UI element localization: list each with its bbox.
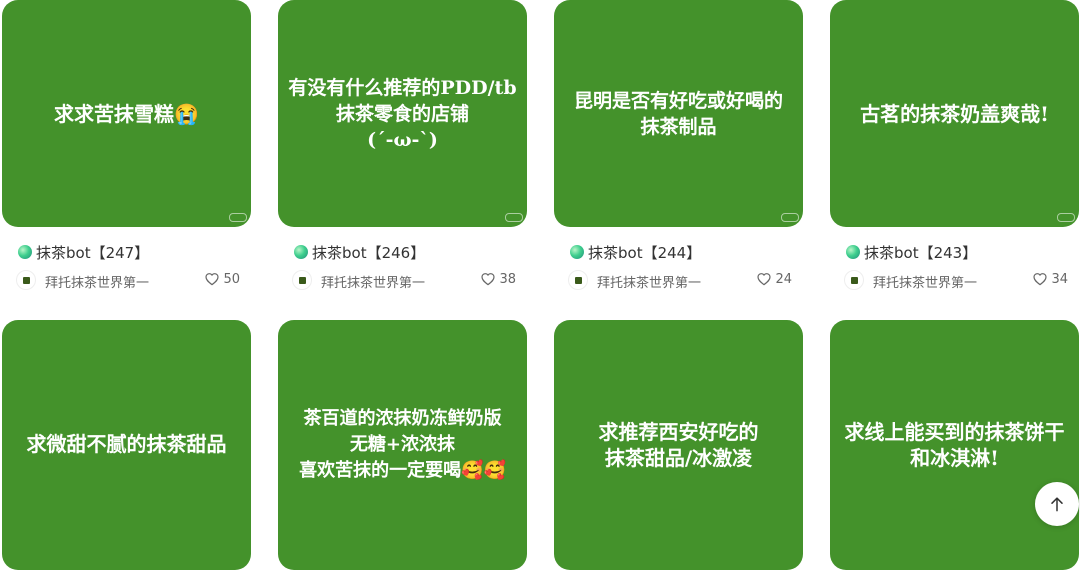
heart-icon [757,273,772,286]
scroll-to-top-button[interactable] [1035,482,1079,526]
author-name[interactable]: 拜托抹茶世界第一 [597,272,701,291]
arrow-up-icon [1051,497,1063,512]
note-cover[interactable]: 求求苦抹雪糕😭 [2,0,251,227]
cover-text: 求求苦抹雪糕😭 [54,101,199,126]
cover-text: 古茗的抹茶奶盖爽哉! [860,101,1049,126]
note-cover[interactable]: 茶百道的浓抹奶冻鲜奶版 无糖+浓浓抹 喜欢苦抹的一定要喝🥰🥰 [278,320,527,570]
cover-text: 有没有什么推荐的PDD/tb 抹茶零食的店铺 (´-ω-`) [288,76,517,151]
author-avatar[interactable] [292,270,312,290]
heart-icon [481,273,496,286]
cover-watermark-icon [781,213,799,222]
author-avatar[interactable] [16,270,36,290]
note-title-text: 抹茶bot【246】 [312,243,426,262]
cover-watermark-icon [1057,213,1075,222]
note-meta: 拜托抹茶世界第一 34 [844,270,1068,292]
note-title-text: 抹茶bot【243】 [864,243,978,262]
note-title[interactable]: 抹茶bot【247】 [18,242,149,262]
note-meta: 拜托抹茶世界第一 24 [568,270,792,292]
cover-watermark-icon [505,213,523,222]
like-count: 24 [775,271,792,287]
note-meta: 拜托抹茶世界第一 38 [292,270,516,292]
green-orb-icon [846,245,860,259]
heart-icon [1033,273,1048,286]
note-cover[interactable]: 昆明是否有好吃或好喝的 抹茶制品 [554,0,803,227]
note-cover[interactable]: 有没有什么推荐的PDD/tb 抹茶零食的店铺 (´-ω-`) [278,0,527,227]
like-count: 50 [223,271,240,287]
note-cover[interactable]: 求推荐西安好吃的 抹茶甜品/冰激凌 [554,320,803,570]
like-count: 38 [499,271,516,287]
author-name[interactable]: 拜托抹茶世界第一 [873,272,977,291]
note-meta: 拜托抹茶世界第一 50 [16,270,240,292]
cover-text: 求微甜不腻的抹茶甜品 [26,432,227,456]
author-avatar[interactable] [568,270,588,290]
green-orb-icon [294,245,308,259]
cover-text: 求线上能买到的抹茶饼干 和冰淇淋! [844,420,1065,470]
note-cover[interactable]: 求微甜不腻的抹茶甜品 [2,320,251,570]
note-title[interactable]: 抹茶bot【244】 [570,242,701,262]
like-button[interactable]: 38 [480,271,516,287]
note-title[interactable]: 抹茶bot【246】 [294,242,425,262]
like-button[interactable]: 34 [1032,271,1068,287]
author-avatar[interactable] [844,270,864,290]
cover-text: 求推荐西安好吃的 抹茶甜品/冰激凌 [598,420,759,470]
green-orb-icon [18,245,32,259]
note-title[interactable]: 抹茶bot【243】 [846,242,977,262]
heart-icon [205,273,220,286]
like-button[interactable]: 24 [756,271,792,287]
like-count: 34 [1051,271,1068,287]
green-orb-icon [570,245,584,259]
cover-watermark-icon [229,213,247,222]
note-title-text: 抹茶bot【247】 [36,243,150,262]
author-name[interactable]: 拜托抹茶世界第一 [321,272,425,291]
note-cover[interactable]: 求线上能买到的抹茶饼干 和冰淇淋! [830,320,1079,570]
like-button[interactable]: 50 [204,271,240,287]
note-cover[interactable]: 古茗的抹茶奶盖爽哉! [830,0,1079,227]
cover-text: 茶百道的浓抹奶冻鲜奶版 无糖+浓浓抹 喜欢苦抹的一定要喝🥰🥰 [299,408,506,481]
note-title-text: 抹茶bot【244】 [588,243,702,262]
cover-text: 昆明是否有好吃或好喝的 抹茶制品 [573,89,783,138]
author-name[interactable]: 拜托抹茶世界第一 [45,272,149,291]
